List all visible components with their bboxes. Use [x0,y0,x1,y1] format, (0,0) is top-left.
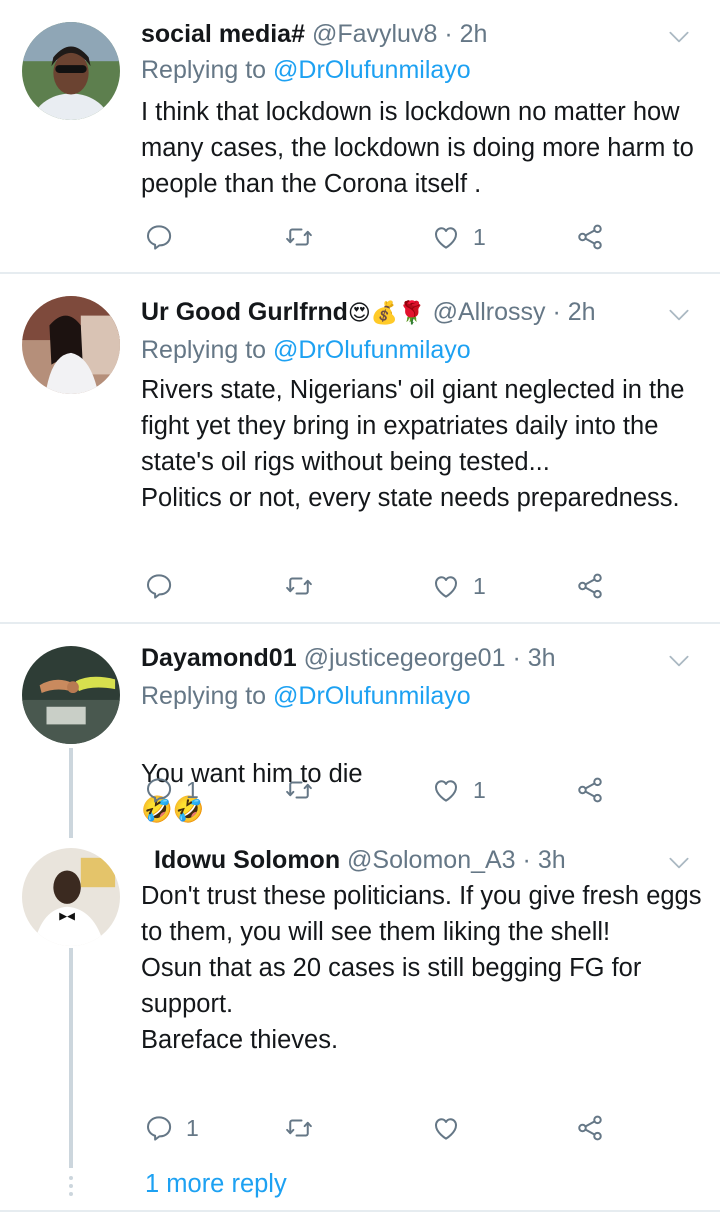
reply-count: 1 [186,776,199,803]
user-handle[interactable]: @justicegeorge01 [304,644,506,672]
separator: · [522,846,531,874]
action-bar: 1 1 [141,772,621,808]
like-button[interactable]: 1 [431,772,486,808]
tweet-text: Rivers state, Nigerians' oil giant negle… [141,376,685,512]
chevron-down-icon[interactable] [666,302,692,328]
share-button[interactable] [575,568,605,604]
timestamp[interactable]: 3h [538,846,566,874]
tweet-text: I think that lockdown is lockdown no mat… [141,98,694,198]
replying-to-label: Replying to [141,336,267,364]
tweet-text: Don't trust these politicians. If you gi… [141,882,702,1054]
thread-dots [69,1176,73,1200]
like-icon [431,222,461,252]
timestamp[interactable]: 3h [528,644,556,672]
share-button[interactable] [575,1110,605,1146]
separator: · [512,644,521,672]
user-handle[interactable]: @Solomon_A3 [347,846,516,874]
retweet-icon [284,571,314,601]
retweet-icon [284,1113,314,1143]
chevron-down-icon[interactable] [666,24,692,50]
tweet[interactable]: Idowu Solomon @Solomon_A3 · 3h Don't tru… [0,836,720,1166]
retweet-icon [284,775,314,805]
mention-link[interactable]: @DrOlufunmilayo [273,336,471,364]
tweet[interactable]: Dayamond01 @justicegeorge01 · 3h Replyin… [0,624,720,824]
separator: · [444,20,453,48]
like-count: 1 [473,776,486,803]
tweet-header: Ur Good Gurlfrnd😍💰🌹 @Allrossy · 2h [141,294,596,330]
reply-count: 1 [186,1114,199,1141]
tweet-header: Dayamond01 @justicegeorge01 · 3h [141,640,556,676]
replying-to: Replying to @DrOlufunmilayo [141,332,471,368]
action-bar: 1 [141,219,621,255]
like-icon [431,1113,461,1143]
replying-to-label: Replying to [141,56,267,84]
reply-icon [144,775,174,805]
tweet[interactable]: Ur Good Gurlfrnd😍💰🌹 @Allrossy · 2h Reply… [0,274,720,622]
avatar[interactable] [22,22,120,120]
like-icon [431,775,461,805]
retweet-button[interactable] [284,219,314,255]
display-name[interactable]: social media# [141,20,305,48]
display-name[interactable]: Dayamond01 [141,644,297,672]
like-count: 1 [473,572,486,599]
avatar[interactable] [22,848,120,946]
more-replies-link[interactable]: 1 more reply [145,1170,287,1199]
share-button[interactable] [575,772,605,808]
share-icon [575,222,605,252]
like-icon [431,571,461,601]
reply-button[interactable]: 1 [144,772,199,808]
chevron-down-icon[interactable] [666,648,692,674]
tweet-header: Idowu Solomon @Solomon_A3 · 3h [154,842,566,878]
action-bar: 1 [141,568,621,604]
retweet-button[interactable] [284,1110,314,1146]
like-button[interactable]: 1 [431,568,486,604]
divider [0,1210,720,1212]
user-handle[interactable]: @Allrossy [433,298,546,326]
like-button[interactable] [431,1110,473,1146]
mention-link[interactable]: @DrOlufunmilayo [273,682,471,710]
reply-button[interactable] [144,568,186,604]
reply-button[interactable] [144,219,186,255]
reply-button[interactable]: 1 [144,1110,199,1146]
like-count: 1 [473,223,486,250]
timestamp[interactable]: 2h [568,298,596,326]
action-bar: 1 [141,1110,621,1146]
share-icon [575,1113,605,1143]
share-button[interactable] [575,219,605,255]
avatar[interactable] [22,296,120,394]
share-icon [575,775,605,805]
replying-to: Replying to @DrOlufunmilayo [141,678,471,714]
retweet-button[interactable] [284,568,314,604]
display-name[interactable]: Ur Good Gurlfrnd [141,298,348,326]
mention-link[interactable]: @DrOlufunmilayo [273,56,471,84]
name-emoji: 😍💰🌹 [347,300,426,325]
display-name[interactable]: Idowu Solomon [154,846,340,874]
chevron-down-icon[interactable] [666,850,692,876]
tweet-header: social media# @Favyluv8 · 2h [141,16,487,52]
avatar[interactable] [22,646,120,744]
reply-icon [144,1113,174,1143]
like-button[interactable]: 1 [431,219,486,255]
user-handle[interactable]: @Favyluv8 [312,20,437,48]
replying-to: Replying to @DrOlufunmilayo [141,52,471,88]
separator: · [552,298,561,326]
replying-to-label: Replying to [141,682,267,710]
retweet-button[interactable] [284,772,314,808]
reply-icon [144,222,174,252]
retweet-icon [284,222,314,252]
timestamp[interactable]: 2h [460,20,488,48]
tweet[interactable]: social media# @Favyluv8 · 2h Replying to… [0,0,720,272]
share-icon [575,571,605,601]
reply-icon [144,571,174,601]
